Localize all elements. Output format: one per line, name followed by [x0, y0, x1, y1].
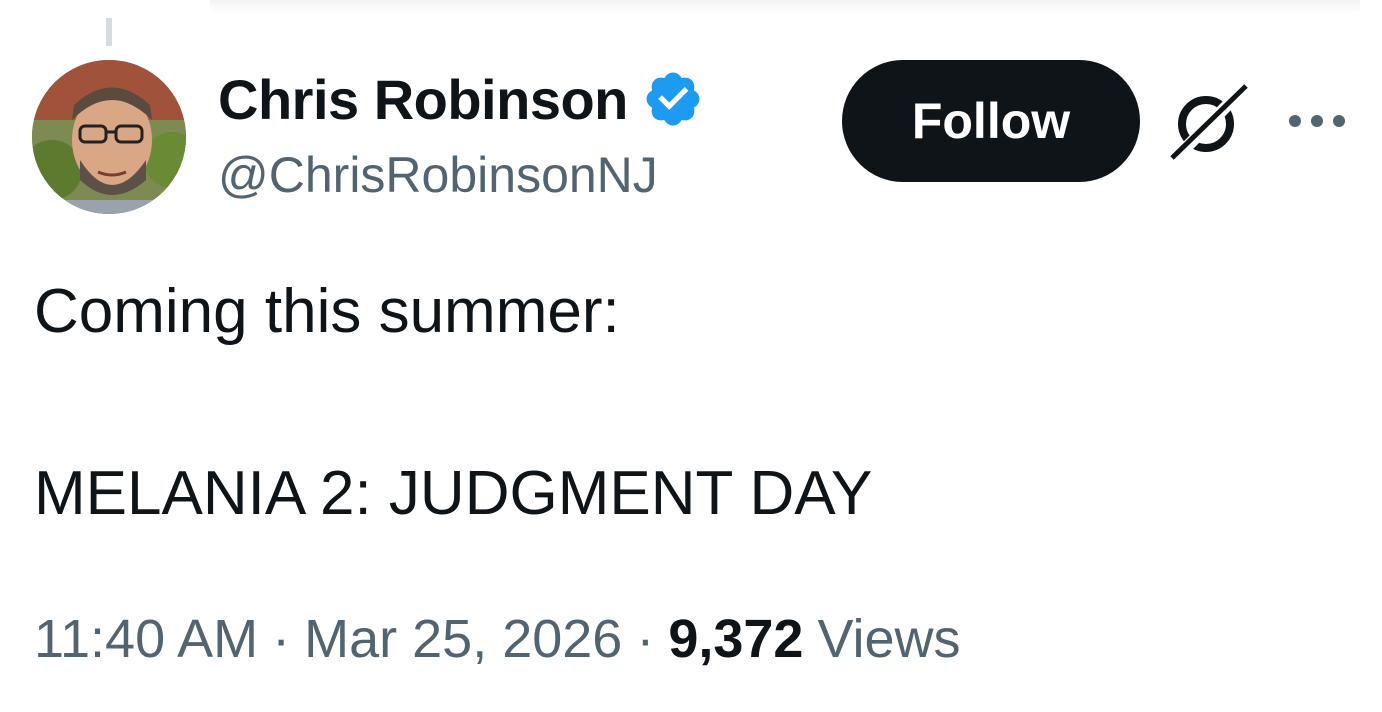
author-handle[interactable]: @ChrisRobinsonNJ	[218, 146, 658, 204]
grok-icon[interactable]	[1168, 82, 1250, 162]
meta-separator: ·	[272, 609, 291, 669]
more-options-icon[interactable]	[1286, 110, 1348, 132]
avatar-image	[32, 60, 186, 214]
verified-badge-icon[interactable]	[642, 68, 704, 130]
avatar[interactable]	[32, 60, 186, 214]
follow-button[interactable]: Follow	[842, 60, 1140, 182]
tweet-date[interactable]: Mar 25, 2026	[304, 608, 622, 670]
previous-tweet-edge	[210, 0, 1360, 14]
author-name-row: Chris Robinson	[218, 66, 704, 132]
views-count[interactable]: 9,372	[668, 608, 803, 670]
thread-connector-line	[106, 18, 112, 46]
tweet-meta: 11:40 AM · Mar 25, 2026 · 9,372 Views	[34, 608, 961, 670]
author-display-name[interactable]: Chris Robinson	[218, 67, 628, 132]
views-label[interactable]: Views	[817, 608, 960, 670]
tweet-text-line-2: MELANIA 2: JUDGMENT DAY	[34, 459, 873, 528]
tweet-time[interactable]: 11:40 AM	[34, 608, 258, 670]
tweet-text-line-1: Coming this summer:	[34, 277, 620, 346]
meta-separator: ·	[636, 609, 655, 669]
